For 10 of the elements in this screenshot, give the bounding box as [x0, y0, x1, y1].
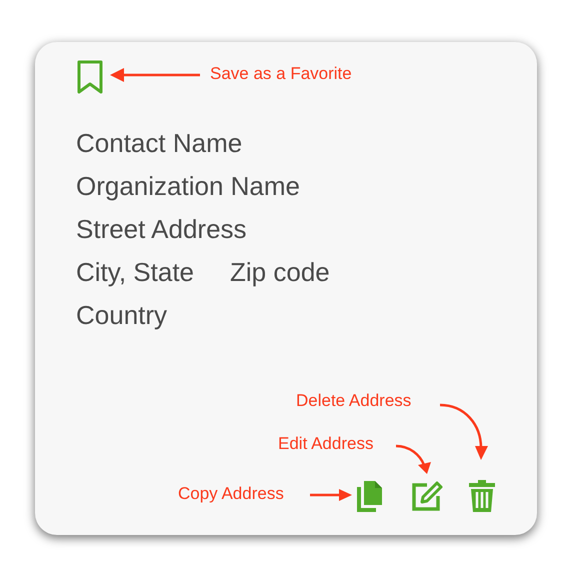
callout-label: Edit Address	[278, 434, 374, 454]
address-text: City, State	[76, 256, 194, 289]
callout-label: Delete Address	[296, 391, 412, 411]
address-text: Country	[76, 299, 168, 332]
address-text: Organization Name	[76, 170, 300, 203]
address-text: Contact Name	[76, 127, 242, 160]
address-text: Street Address	[76, 213, 247, 246]
address-text: Zip code	[230, 256, 330, 289]
callout-label: Save as a Favorite	[210, 64, 352, 84]
callout-label: Copy Address	[178, 484, 284, 504]
